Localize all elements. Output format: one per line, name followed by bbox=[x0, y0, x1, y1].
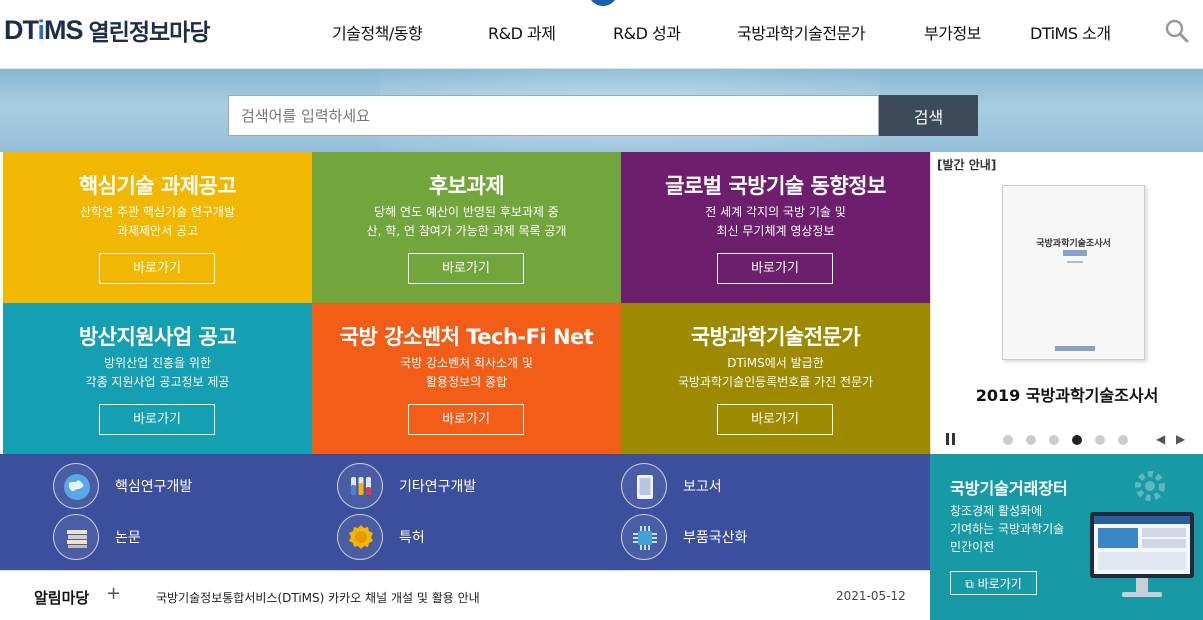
site-header: DTiMS 열린정보마당 기술정책/동향 R&D 과제 R&D 성과 국방과학기… bbox=[0, 0, 1203, 69]
nav-item-experts[interactable]: 국방과학기술전문가 bbox=[737, 20, 865, 44]
nav-item-extra-info[interactable]: 부가정보 bbox=[924, 20, 981, 44]
tile-candidate-projects: 후보과제 당해 연도 예산이 반영된 후보과제 중 산, 학, 연 참여가 가능한… bbox=[312, 152, 621, 303]
tile-go-button[interactable]: 바로가기 bbox=[717, 253, 833, 284]
link-label: 논문 bbox=[115, 530, 141, 546]
cover-publisher-mark bbox=[1055, 346, 1095, 351]
tile-go-button[interactable]: 바로가기 bbox=[408, 404, 524, 435]
tile-global-trends: 글로벌 국방기술 동향정보 전 세계 각지의 국방 기술 및 최신 무기체계 영상… bbox=[621, 152, 930, 303]
tile-title: 국방 강소벤처 Tech-Fi Net bbox=[339, 325, 594, 349]
external-link-icon: ⧉ bbox=[965, 576, 978, 591]
carousel-controls: ◀ ▶ bbox=[931, 430, 1203, 450]
tile-title: 국방과학기술전문가 bbox=[690, 325, 861, 349]
tile-defense-support: 방산지원사업 공고 방위산업 진흥을 위한 각종 지원사업 공고정보 제공 바로가… bbox=[3, 303, 312, 454]
market-description: 창조경제 활성화에 기여하는 국방과학기술 민간이전 bbox=[950, 504, 1065, 554]
link-label: 부품국산화 bbox=[683, 530, 748, 546]
tech-market-panel: 국방기술거래장터 창조경제 활성화에 기여하는 국방과학기술 민간이전 ⧉ 바로가기 bbox=[930, 454, 1203, 620]
nav-item-rnd-results[interactable]: R&D 성과 bbox=[613, 20, 681, 44]
tile-go-button[interactable]: 바로가기 bbox=[408, 253, 524, 284]
publication-cover[interactable]: 국방과학기술조사서 bbox=[1002, 185, 1145, 360]
tile-go-button[interactable]: 바로가기 bbox=[99, 253, 215, 284]
cover-line bbox=[1067, 261, 1083, 263]
search-input[interactable] bbox=[228, 95, 879, 136]
link-patents[interactable]: 특허 bbox=[337, 514, 425, 560]
chevron-right-icon[interactable]: ▶ bbox=[1176, 432, 1185, 446]
chip-icon bbox=[621, 514, 667, 560]
globe-icon bbox=[53, 463, 99, 509]
market-go-button[interactable]: ⧉ 바로가기 bbox=[950, 571, 1037, 595]
notice-bar: 알림마당 + 국방기술정보통합서비스(DTiMS) 카카오 채널 개설 및 활용… bbox=[0, 570, 930, 620]
top-tab-indicator bbox=[588, 0, 618, 6]
notice-label: 알림마당 bbox=[34, 589, 90, 607]
tile-go-button[interactable]: 바로가기 bbox=[717, 404, 833, 435]
notice-date: 2021-05-12 bbox=[836, 589, 906, 603]
tile-description: 당해 연도 예산이 반영된 후보과제 중 산, 학, 연 참여가 가능한 과제 목… bbox=[366, 205, 567, 238]
search-icon[interactable] bbox=[1164, 18, 1190, 44]
tablet-icon bbox=[621, 463, 667, 509]
link-localization[interactable]: 부품국산화 bbox=[621, 514, 747, 560]
test-tubes-icon bbox=[337, 463, 383, 509]
site-logo[interactable]: DTiMS 열린정보마당 bbox=[4, 14, 211, 47]
link-label: 기타연구개발 bbox=[399, 479, 477, 495]
carousel-dot[interactable] bbox=[1095, 435, 1105, 445]
cover-badge bbox=[1063, 250, 1087, 256]
carousel-dot-active[interactable] bbox=[1072, 435, 1082, 445]
link-label: 핵심연구개발 bbox=[115, 479, 193, 495]
logo-mark: DTiMS bbox=[4, 14, 84, 45]
monitor-icon bbox=[1090, 512, 1194, 597]
link-reports[interactable]: 보고서 bbox=[621, 463, 722, 509]
tile-description: 산학연 주관 핵심기술 연구개발 과제제안서 공고 bbox=[80, 205, 235, 238]
publication-tag: [발간 안내] bbox=[937, 158, 997, 172]
medal-icon bbox=[337, 514, 383, 560]
carousel-dot[interactable] bbox=[1003, 435, 1013, 445]
tile-description: 국방 강소벤처 회사소개 및 활용정보의 종합 bbox=[400, 356, 533, 389]
tile-description: 방위산업 진흥을 위한 각종 지원사업 공고정보 제공 bbox=[85, 356, 230, 389]
link-core-rnd[interactable]: 핵심연구개발 bbox=[53, 463, 192, 509]
cover-title: 국방과학기술조사서 bbox=[1036, 239, 1111, 249]
nav-item-rnd-projects[interactable]: R&D 과제 bbox=[488, 20, 556, 44]
search-banner: 검색 bbox=[0, 69, 1203, 152]
tile-title: 핵심기술 과제공고 bbox=[78, 174, 237, 198]
tile-core-tech-notice: 핵심기술 과제공고 산학연 주관 핵심기술 연구개발 과제제안서 공고 바로가기 bbox=[3, 152, 312, 303]
link-other-rnd[interactable]: 기타연구개발 bbox=[337, 463, 476, 509]
link-papers[interactable]: 논문 bbox=[53, 514, 141, 560]
tile-tech-fi-net: 국방 강소벤처 Tech-Fi Net 국방 강소벤처 회사소개 및 활용정보의 … bbox=[312, 303, 621, 454]
link-label: 보고서 bbox=[683, 479, 722, 495]
search-button[interactable]: 검색 bbox=[879, 95, 978, 136]
plus-icon[interactable]: + bbox=[106, 583, 121, 604]
carousel-dot[interactable] bbox=[1118, 435, 1128, 445]
pause-icon[interactable] bbox=[945, 433, 957, 445]
tile-title: 후보과제 bbox=[428, 174, 505, 198]
market-title: 국방기술거래장터 bbox=[950, 479, 1068, 498]
carousel-dot[interactable] bbox=[1026, 435, 1036, 445]
link-label: 특허 bbox=[399, 530, 425, 546]
tile-experts: 국방과학기술전문가 DTiMS에서 발급한 국방과학기술인등록번호를 가진 전문가… bbox=[621, 303, 930, 454]
chevron-left-icon[interactable]: ◀ bbox=[1156, 432, 1165, 446]
notice-link[interactable]: 국방기술정보통합서비스(DTiMS) 카카오 채널 개설 및 활용 안내 bbox=[156, 589, 480, 606]
publication-title[interactable]: 2019 국방과학기술조사서 bbox=[931, 382, 1203, 406]
tile-title: 글로벌 국방기술 동향정보 bbox=[665, 174, 886, 198]
quick-links: 핵심연구개발 기타연구개발 보고서 논문 특허 부품국산화 bbox=[0, 454, 930, 570]
tile-description: DTiMS에서 발급한 국방과학기술인등록번호를 가진 전문가 bbox=[677, 356, 874, 389]
nav-item-tech-policy[interactable]: 기술정책/동향 bbox=[332, 20, 423, 44]
logo-subtitle: 열린정보마당 bbox=[88, 20, 211, 46]
gear-icon bbox=[1135, 471, 1165, 501]
publication-carousel: [발간 안내] 국방과학기술조사서 2019 국방과학기술조사서 ◀ ▶ bbox=[930, 152, 1203, 454]
tile-go-button[interactable]: 바로가기 bbox=[99, 404, 215, 435]
nav-item-about[interactable]: DTiMS 소개 bbox=[1030, 20, 1111, 44]
books-icon bbox=[53, 514, 99, 560]
carousel-dot[interactable] bbox=[1049, 435, 1059, 445]
tile-title: 방산지원사업 공고 bbox=[78, 325, 237, 349]
tile-description: 전 세계 각지의 국방 기술 및 최신 무기체계 영상정보 bbox=[705, 205, 846, 238]
